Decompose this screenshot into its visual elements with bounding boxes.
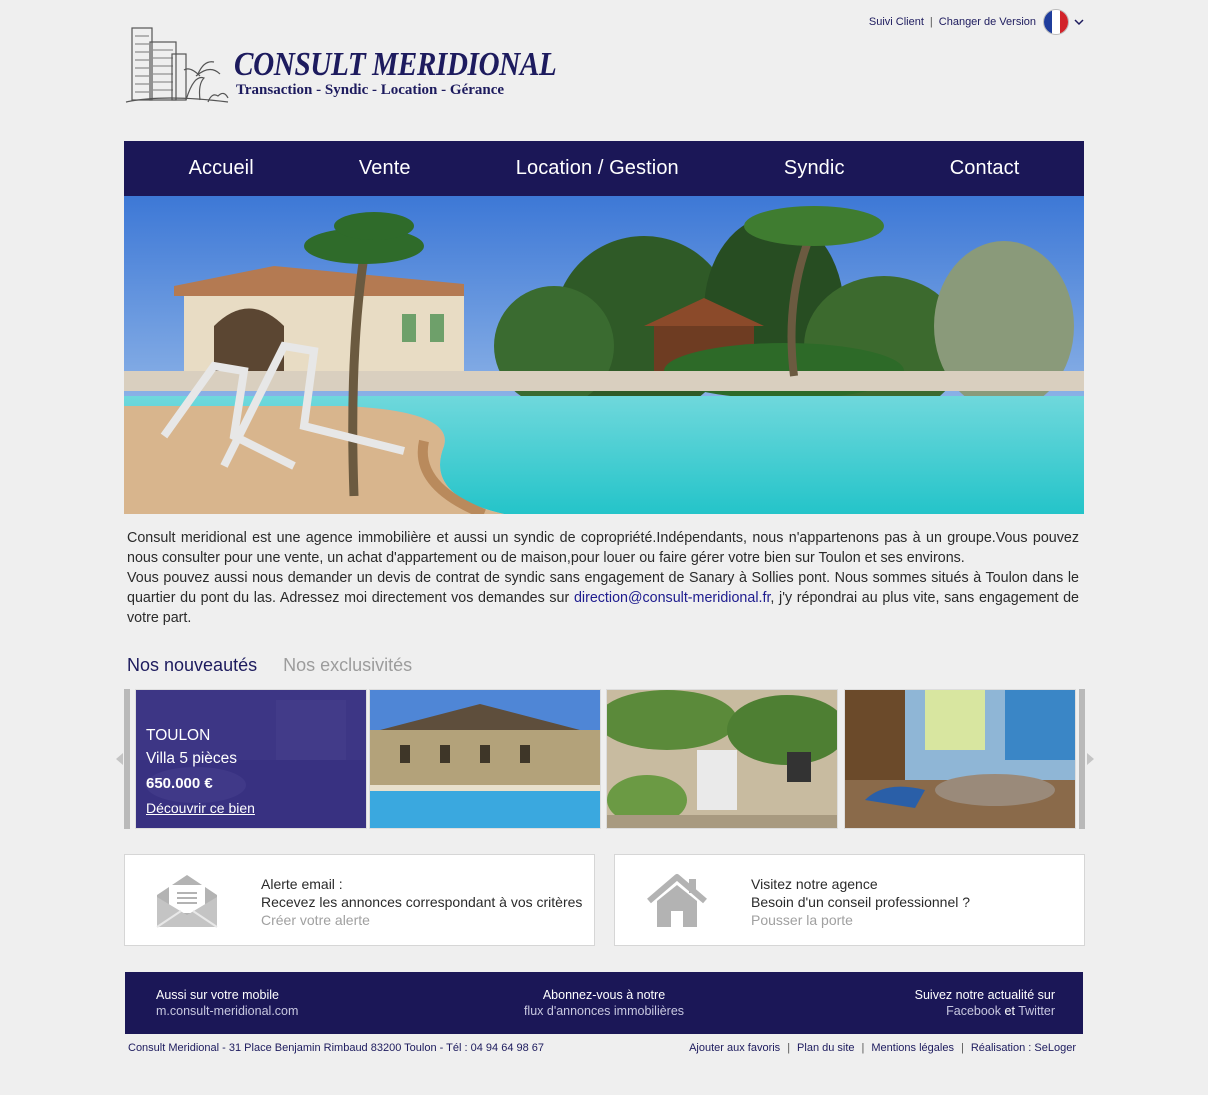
intro-paragraph-1: Consult meridional est une agence immobi… — [127, 530, 1079, 566]
credits-link[interactable]: Réalisation : SeLoger — [971, 1042, 1076, 1054]
listing-photo — [370, 690, 600, 828]
listing-card-featured[interactable]: TOULON Villa 5 pièces 650.000 € Découvri… — [135, 689, 367, 829]
main-nav: Accueil Vente Location / Gestion Syndic … — [124, 141, 1084, 196]
footer-and: et — [1004, 1004, 1015, 1018]
separator: | — [787, 1042, 791, 1054]
house-icon — [647, 874, 707, 927]
top-links: Suivi Client | Changer de Version — [869, 8, 1084, 36]
carousel-right-bar[interactable] — [1079, 689, 1085, 829]
email-alert-box[interactable]: Alerte email : Recevez les annonces corr… — [124, 854, 595, 946]
email-alert-title: Alerte email : — [261, 876, 343, 892]
footer-band: Aussi sur votre mobile m.consult-meridio… — [125, 972, 1083, 1034]
nav-syndic[interactable]: Syndic — [784, 157, 845, 180]
separator: | — [960, 1042, 964, 1054]
tab-nouveautes[interactable]: Nos nouveautés — [127, 655, 257, 676]
separator: | — [861, 1042, 865, 1054]
chevron-down-icon[interactable] — [1074, 17, 1084, 27]
footer-address: Consult Meridional - 31 Place Benjamin R… — [128, 1042, 545, 1054]
footer-bottom: Consult Meridional - 31 Place Benjamin R… — [128, 1042, 1076, 1054]
nav-vente[interactable]: Vente — [359, 157, 411, 180]
hero-image — [124, 196, 1084, 514]
nav-location-gestion[interactable]: Location / Gestion — [516, 157, 679, 180]
listing-type: Villa 5 pièces — [146, 750, 238, 767]
listing-tabs: Nos nouveautés Nos exclusivités — [127, 655, 1087, 676]
footer-social-title: Suivez notre actualité sur — [914, 988, 1055, 1002]
nav-accueil[interactable]: Accueil — [189, 157, 254, 180]
listing-carousel: TOULON Villa 5 pièces 650.000 € Découvri… — [116, 689, 1094, 829]
email-link[interactable]: direction@consult-meridional.fr — [574, 590, 770, 606]
tab-exclusivites[interactable]: Nos exclusivités — [283, 655, 412, 676]
add-favorites-link[interactable]: Ajouter aux favoris — [689, 1042, 780, 1054]
suivi-client-link[interactable]: Suivi Client — [869, 16, 924, 28]
visit-agency-description: Besoin d'un conseil professionnel ? — [751, 894, 971, 910]
listing-card[interactable] — [369, 689, 601, 829]
legal-notice-link[interactable]: Mentions légales — [871, 1042, 954, 1054]
email-alert-text: Alerte email : Recevez les annonces corr… — [261, 875, 582, 929]
visit-agency-box[interactable]: Visitez notre agence Besoin d'un conseil… — [614, 854, 1085, 946]
listing-card[interactable] — [844, 689, 1076, 829]
separator: | — [929, 16, 933, 28]
france-flag-icon[interactable] — [1044, 10, 1068, 34]
listing-photo — [845, 690, 1075, 828]
listing-city: TOULON — [146, 727, 211, 744]
facebook-link[interactable]: Facebook — [946, 1004, 1001, 1018]
nav-contact[interactable]: Contact — [950, 157, 1020, 180]
push-door-link[interactable]: Pousser la porte — [751, 911, 970, 929]
envelope-icon — [156, 875, 218, 928]
change-version-link[interactable]: Changer de Version — [939, 16, 1036, 28]
brand-name: CONSULT MERIDIONAL — [234, 46, 557, 83]
visit-agency-text: Visitez notre agence Besoin d'un conseil… — [751, 875, 970, 929]
email-alert-description: Recevez les annonces correspondant à vos… — [261, 894, 583, 910]
logo[interactable]: CONSULT MERIDIONAL Transaction - Syndic … — [124, 24, 557, 108]
listing-price: 650.000 € — [146, 775, 213, 792]
discover-listing-link[interactable]: Découvrir ce bien — [146, 800, 255, 816]
listing-photo — [607, 690, 837, 828]
building-logo-icon — [125, 27, 229, 103]
footer-links: Ajouter aux favoris | Plan du site | Mention… — [689, 1042, 1076, 1054]
intro-paragraph-2: Vous pouvez aussi nous demander un devis… — [127, 568, 1079, 628]
sitemap-link[interactable]: Plan du site — [797, 1042, 854, 1054]
carousel-prev-arrow-icon[interactable] — [116, 753, 123, 765]
listing-card[interactable] — [606, 689, 838, 829]
intro-text: Consult meridional est une agence immobi… — [127, 528, 1079, 628]
carousel-next-arrow-icon[interactable] — [1087, 753, 1094, 765]
brand-tagline: Transaction - Syndic - Location - Géranc… — [236, 82, 505, 98]
visit-agency-title: Visitez notre agence — [751, 876, 878, 892]
carousel-left-bar[interactable] — [124, 689, 130, 829]
twitter-link[interactable]: Twitter — [1018, 1004, 1055, 1018]
footer-social: Suivez notre actualité sur Facebook et T… — [915, 987, 1055, 1019]
create-alert-link[interactable]: Créer votre alerte — [261, 911, 582, 929]
listing-overlay: TOULON Villa 5 pièces 650.000 € Découvri… — [136, 690, 366, 828]
